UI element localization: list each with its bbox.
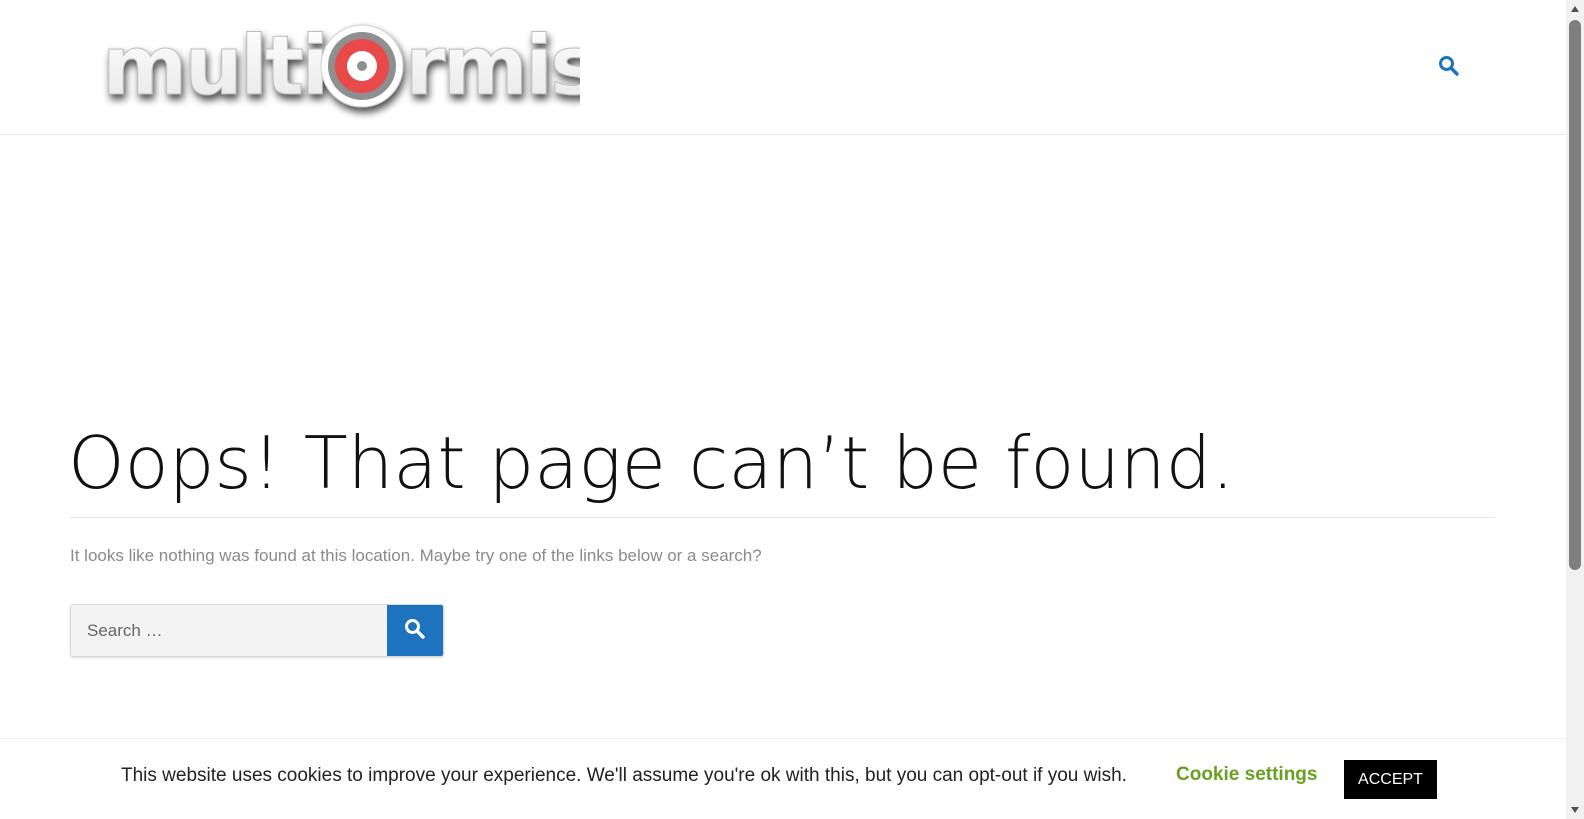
accept-cookies-button[interactable]: ACCEPT — [1344, 760, 1437, 799]
scrollbar[interactable] — [1566, 0, 1584, 819]
page-title: Oops! That page can’t be found. — [68, 421, 1235, 505]
svg-text:rmis: rmis — [405, 19, 580, 114]
scroll-up-arrow-icon[interactable] — [1566, 0, 1584, 18]
page: multif rmis Oops! That page can’t be fou… — [0, 0, 1584, 819]
error-message: It looks like nothing was found at this … — [70, 546, 762, 565]
cookie-consent-bar: This website uses cookies to improve you… — [0, 738, 1566, 819]
site-logo[interactable]: multif rmis — [100, 14, 600, 120]
title-divider — [70, 517, 1495, 518]
search-submit-button[interactable] — [387, 605, 443, 656]
scrollbar-thumb[interactable] — [1569, 20, 1581, 570]
search-icon[interactable] — [1438, 55, 1460, 77]
cookie-message: This website uses cookies to improve you… — [121, 765, 1127, 786]
site-header: multif rmis — [0, 0, 1566, 135]
search-icon — [404, 618, 426, 643]
logo-image: multif rmis — [102, 19, 600, 115]
scroll-down-arrow-icon[interactable] — [1566, 801, 1584, 819]
search-form — [70, 604, 444, 657]
cookie-settings-link[interactable]: Cookie settings — [1176, 764, 1317, 786]
search-input[interactable] — [71, 605, 387, 656]
